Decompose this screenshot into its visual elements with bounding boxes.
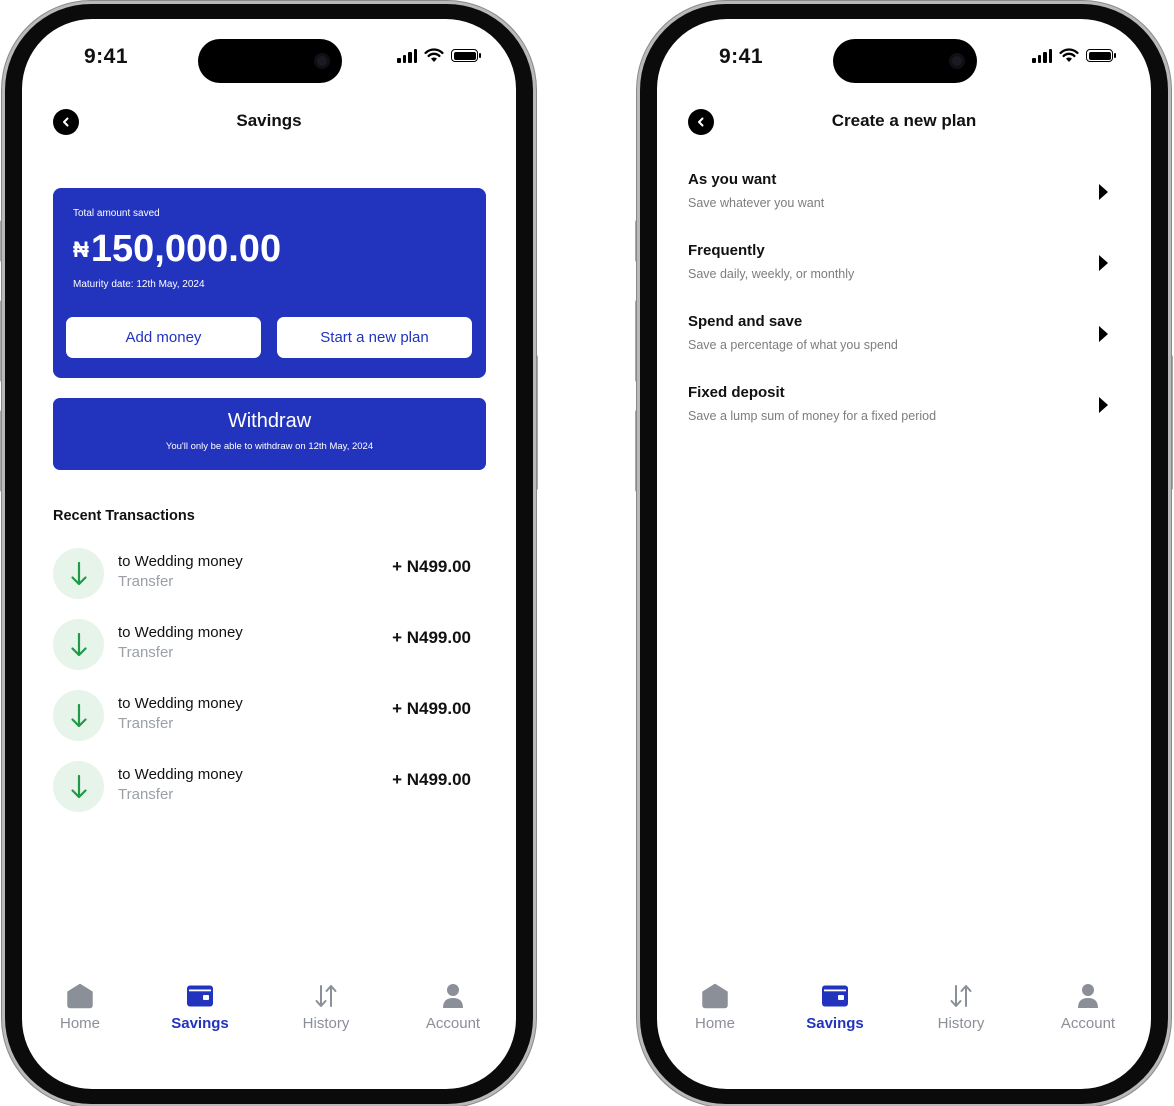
plan-option-frequently[interactable]: Frequently Save daily, weekly, or monthl… bbox=[688, 242, 1108, 292]
user-icon bbox=[443, 984, 463, 1008]
transaction-amount: + N499.00 bbox=[392, 770, 471, 789]
transaction-amount: + N499.00 bbox=[392, 557, 471, 576]
tab-label: Savings bbox=[806, 1015, 864, 1032]
camera-icon bbox=[314, 53, 330, 69]
transaction-amount: + N499.00 bbox=[392, 628, 471, 647]
status-icons bbox=[397, 48, 481, 63]
credit-arrow-icon bbox=[53, 690, 104, 741]
tab-history[interactable]: History bbox=[276, 981, 376, 1032]
tab-label: History bbox=[302, 1015, 350, 1032]
transaction-name: to Wedding money bbox=[118, 624, 243, 641]
power-button bbox=[1168, 355, 1173, 490]
plan-option-as-you-want[interactable]: As you want Save whatever you want bbox=[688, 171, 1108, 221]
tab-label: Account bbox=[1060, 1015, 1116, 1032]
dynamic-island bbox=[833, 39, 977, 83]
caret-right-icon bbox=[1099, 184, 1108, 200]
credit-arrow-icon bbox=[53, 619, 104, 670]
plan-option-subtitle: Save daily, weekly, or monthly bbox=[688, 267, 855, 281]
transaction-name: to Wedding money bbox=[118, 695, 243, 712]
status-time: 9:41 bbox=[719, 45, 764, 68]
tab-label: Home bbox=[59, 1015, 100, 1032]
credit-arrow-icon bbox=[53, 761, 104, 812]
maturity-date: Maturity date: 12th May, 2024 bbox=[73, 279, 205, 290]
currency-symbol: ₦ bbox=[73, 236, 89, 262]
wallet-icon bbox=[187, 985, 213, 1007]
tab-label: Home bbox=[694, 1015, 735, 1032]
caret-right-icon bbox=[1099, 397, 1108, 413]
home-icon bbox=[67, 983, 93, 1009]
tab-label: Savings bbox=[171, 1015, 229, 1032]
transaction-type: Transfer bbox=[118, 786, 174, 803]
caret-right-icon bbox=[1099, 326, 1108, 342]
total-saved-amount: ₦ 150,000.00 bbox=[73, 228, 281, 271]
camera-icon bbox=[949, 53, 965, 69]
add-money-button[interactable]: Add money bbox=[66, 317, 261, 358]
credit-arrow-icon bbox=[53, 548, 104, 599]
tab-home[interactable]: Home bbox=[30, 981, 130, 1032]
wallet-icon bbox=[822, 985, 848, 1007]
plan-option-title: Frequently bbox=[688, 242, 765, 259]
create-plan-screen: 9:41 Create a new plan As you want Save … bbox=[657, 19, 1151, 1089]
tab-home[interactable]: Home bbox=[665, 981, 765, 1032]
user-icon bbox=[1078, 984, 1098, 1008]
power-button bbox=[533, 355, 538, 490]
page-title: Create a new plan bbox=[831, 111, 977, 130]
transaction-type: Transfer bbox=[118, 715, 174, 732]
transaction-row[interactable]: to Wedding money Transfer + N499.00 bbox=[53, 548, 473, 600]
start-new-plan-button[interactable]: Start a new plan bbox=[277, 317, 472, 358]
transaction-row[interactable]: to Wedding money Transfer + N499.00 bbox=[53, 761, 473, 813]
tab-savings[interactable]: Savings bbox=[150, 981, 250, 1032]
plan-option-title: Fixed deposit bbox=[688, 384, 785, 401]
plan-option-subtitle: Save a lump sum of money for a fixed per… bbox=[688, 409, 937, 423]
dynamic-island bbox=[198, 39, 342, 83]
transaction-amount: + N499.00 bbox=[392, 699, 471, 718]
plan-option-spend-and-save[interactable]: Spend and save Save a percentage of what… bbox=[688, 313, 1108, 363]
phone-savings: 9:41 Savings Total amount saved ₦ 150,000… bbox=[0, 4, 538, 1104]
bottom-tab-bar: Home Savings History Account bbox=[22, 981, 516, 1041]
battery-icon bbox=[451, 49, 481, 62]
withdraw-note: You'll only be able to withdraw on 12th … bbox=[165, 441, 374, 452]
status-icons bbox=[1032, 48, 1116, 63]
amount-value: 150,000.00 bbox=[90, 228, 282, 270]
caret-right-icon bbox=[1099, 255, 1108, 271]
tab-account[interactable]: Account bbox=[1038, 981, 1138, 1032]
history-arrows-icon bbox=[950, 985, 972, 1007]
plan-option-subtitle: Save whatever you want bbox=[688, 196, 825, 210]
tab-account[interactable]: Account bbox=[403, 981, 503, 1032]
plan-option-title: Spend and save bbox=[688, 313, 803, 330]
transaction-name: to Wedding money bbox=[118, 553, 243, 570]
withdraw-label: Withdraw bbox=[227, 410, 312, 432]
transaction-type: Transfer bbox=[118, 644, 174, 661]
cellular-signal-icon bbox=[1032, 48, 1052, 63]
recent-transactions-title: Recent Transactions bbox=[53, 508, 195, 524]
wifi-icon bbox=[1059, 48, 1079, 62]
tab-history[interactable]: History bbox=[911, 981, 1011, 1032]
plan-option-fixed-deposit[interactable]: Fixed deposit Save a lump sum of money f… bbox=[688, 384, 1108, 434]
withdraw-button[interactable]: Withdraw You'll only be able to withdraw… bbox=[53, 398, 486, 470]
transaction-row[interactable]: to Wedding money Transfer + N499.00 bbox=[53, 619, 473, 671]
phone-create-plan: 9:41 Create a new plan As you want Save … bbox=[635, 4, 1173, 1104]
tab-savings[interactable]: Savings bbox=[785, 981, 885, 1032]
home-icon bbox=[702, 983, 728, 1009]
savings-screen: 9:41 Savings Total amount saved ₦ 150,000… bbox=[22, 19, 516, 1089]
history-arrows-icon bbox=[315, 985, 337, 1007]
plan-option-title: As you want bbox=[688, 171, 777, 188]
total-saved-label: Total amount saved bbox=[73, 208, 160, 219]
tab-label: Account bbox=[425, 1015, 481, 1032]
bottom-tab-bar: Home Savings History Account bbox=[657, 981, 1151, 1041]
transaction-name: to Wedding money bbox=[118, 766, 243, 783]
battery-icon bbox=[1086, 49, 1116, 62]
plan-option-subtitle: Save a percentage of what you spend bbox=[688, 338, 898, 352]
wifi-icon bbox=[424, 48, 444, 62]
status-time: 9:41 bbox=[84, 45, 129, 68]
transaction-type: Transfer bbox=[118, 573, 174, 590]
savings-summary-card: Total amount saved ₦ 150,000.00 Maturity … bbox=[53, 188, 486, 378]
transaction-row[interactable]: to Wedding money Transfer + N499.00 bbox=[53, 690, 473, 742]
tab-label: History bbox=[937, 1015, 985, 1032]
page-title: Savings bbox=[236, 111, 302, 130]
cellular-signal-icon bbox=[397, 48, 417, 63]
